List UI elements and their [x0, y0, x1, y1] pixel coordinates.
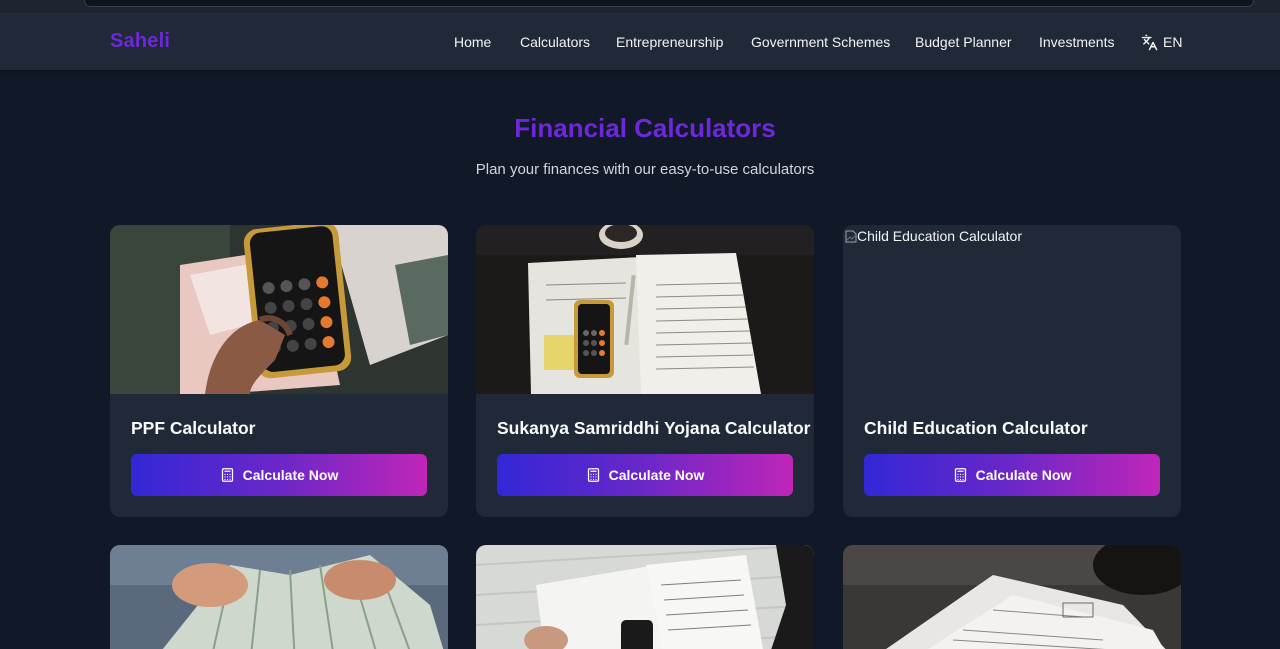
language-label: EN: [1163, 34, 1183, 50]
button-label: Calculate Now: [975, 467, 1072, 483]
card-title: Child Education Calculator: [864, 418, 1088, 438]
image-alt-text: Child Education Calculator: [857, 228, 1022, 244]
navbar: Saheli Home Calculators Entrepreneurship…: [0, 14, 1280, 70]
calculate-now-button[interactable]: Calculate Now: [131, 454, 427, 496]
card-image-tax-withholding-form: [843, 545, 1181, 649]
card-image-cash-counting: [110, 545, 448, 649]
card-image-calculator-phone: [110, 225, 448, 394]
calculator-card: Sukanya Samriddhi Yojana Calculator Calc…: [476, 225, 814, 517]
nav-links: Home Calculators Entrepreneurship Govern…: [0, 14, 1280, 70]
calculator-card: Child Education Calculator Child Educati…: [843, 225, 1181, 517]
card-image-broken: Child Education Calculator: [843, 225, 1181, 394]
card-title: Sukanya Samriddhi Yojana Calculator: [497, 418, 811, 438]
language-switcher[interactable]: EN: [1141, 32, 1182, 52]
browser-address-bar[interactable]: [84, 0, 1254, 7]
calculate-now-button[interactable]: Calculate Now: [497, 454, 793, 496]
page-title: Financial Calculators: [514, 113, 776, 143]
button-label: Calculate Now: [608, 467, 705, 483]
card-image-tax-forms-phone: [476, 225, 814, 394]
translate-icon: [1141, 34, 1158, 50]
nav-item-government-schemes[interactable]: Government Schemes: [751, 34, 890, 50]
button-label: Calculate Now: [242, 467, 339, 483]
calculator-card: PPF Calculator Calculate Now: [110, 225, 448, 517]
nav-item-investments[interactable]: Investments: [1039, 34, 1114, 50]
nav-item-calculators[interactable]: Calculators: [520, 34, 590, 50]
browser-top-strip: [0, 0, 1280, 14]
nav-item-entrepreneurship[interactable]: Entrepreneurship: [616, 34, 723, 50]
broken-image-icon: [845, 230, 857, 243]
card-image-tax-documents: [476, 545, 814, 649]
page-subtitle: Plan your finances with our easy-to-use …: [475, 161, 815, 178]
card-title: PPF Calculator: [131, 418, 256, 438]
calculator-icon: [221, 468, 233, 482]
calculate-now-button[interactable]: Calculate Now: [864, 454, 1160, 496]
nav-item-home[interactable]: Home: [454, 34, 491, 50]
calculator-icon: [587, 468, 599, 482]
calculator-icon: [954, 468, 966, 482]
nav-item-budget-planner[interactable]: Budget Planner: [915, 34, 1012, 50]
